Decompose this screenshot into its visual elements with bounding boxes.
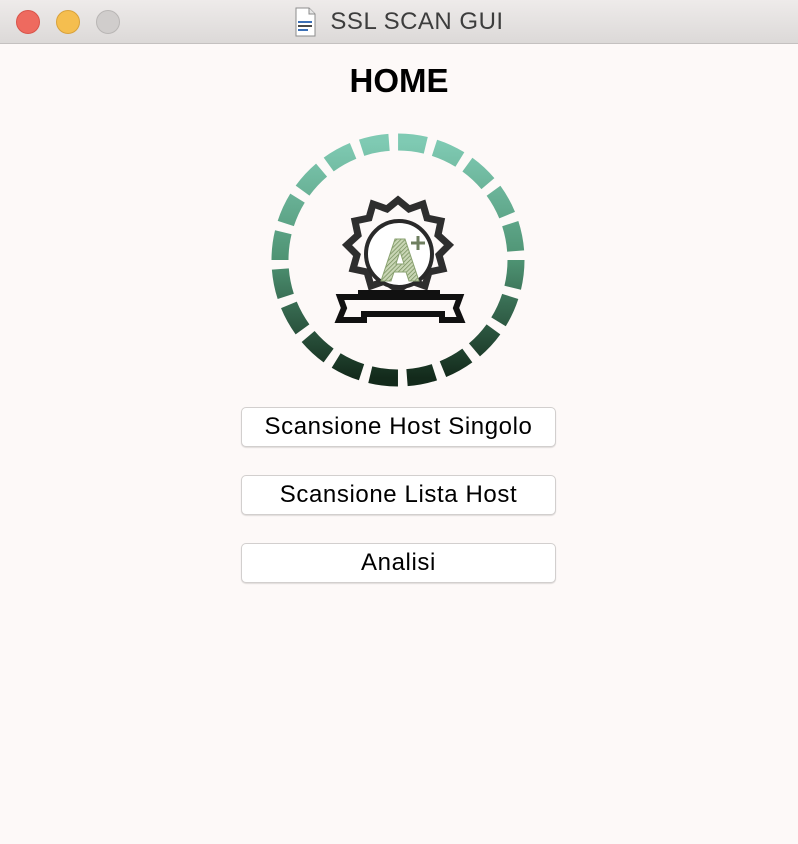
window-title: SSL SCAN GUI: [330, 8, 504, 35]
title-container: SSL SCAN GUI: [0, 0, 798, 44]
single-host-scan-button[interactable]: Scansione Host Singolo: [241, 407, 556, 447]
title-bar[interactable]: SSL SCAN GUI: [0, 0, 798, 44]
analysis-button[interactable]: Analisi: [241, 543, 556, 583]
ssl-grade-a-plus-badge-icon: [271, 133, 525, 387]
host-list-scan-button[interactable]: Scansione Lista Host: [241, 475, 556, 515]
document-icon: [295, 7, 316, 37]
app-window: SSL SCAN GUI HOME Scansione Host Singolo…: [0, 0, 798, 844]
page-title: HOME: [349, 62, 449, 99]
